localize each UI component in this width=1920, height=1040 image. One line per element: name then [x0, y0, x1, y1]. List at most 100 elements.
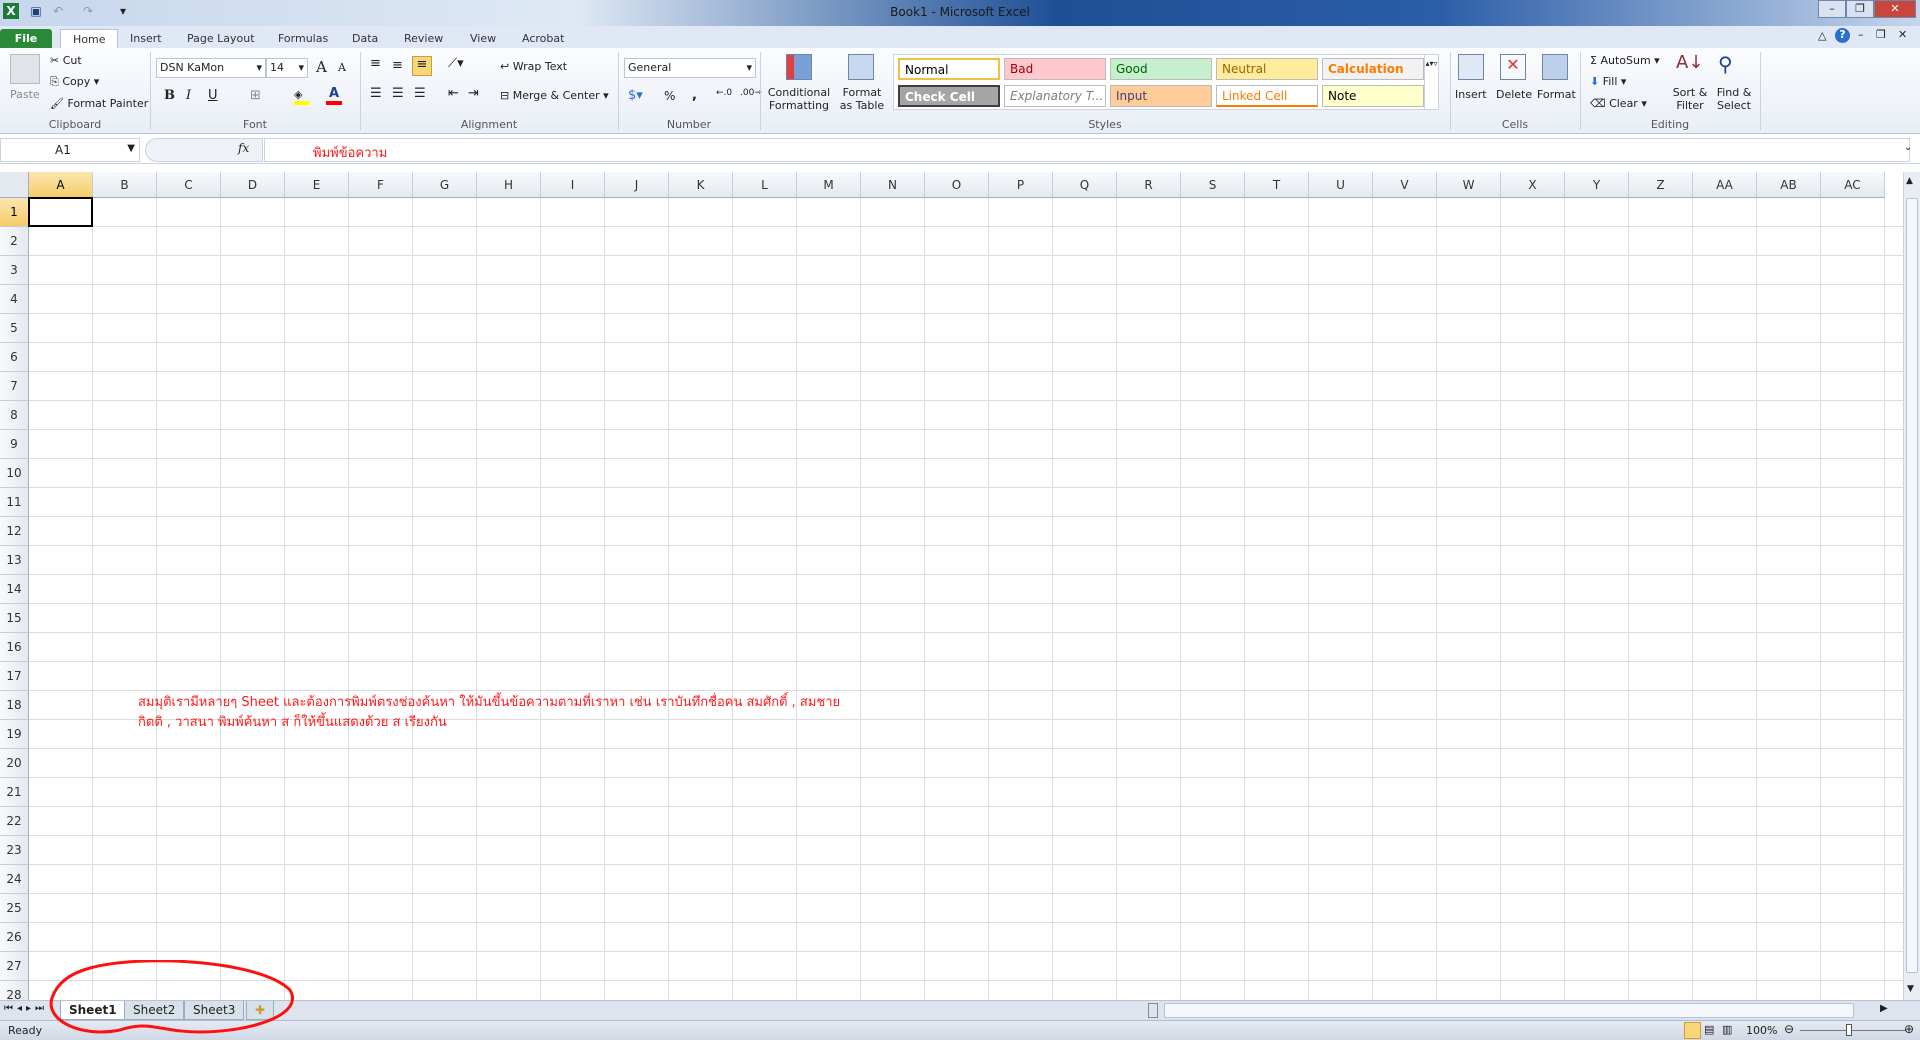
- zoom-in-icon[interactable]: ⊕: [1904, 1022, 1914, 1036]
- minimize-ribbon-icon[interactable]: △: [1818, 29, 1826, 42]
- decrease-indent-icon[interactable]: ⇤: [448, 86, 459, 101]
- column-header-n[interactable]: N: [861, 172, 925, 198]
- tab-review[interactable]: Review: [392, 29, 455, 48]
- sort-filter-button[interactable]: Sort & Filter: [1668, 86, 1712, 112]
- column-header-v[interactable]: V: [1373, 172, 1437, 198]
- row-header-2[interactable]: 2: [0, 227, 29, 256]
- tab-data[interactable]: Data: [340, 29, 390, 48]
- row-header-16[interactable]: 16: [0, 633, 29, 662]
- format-cells-button[interactable]: Format: [1537, 88, 1576, 101]
- tab-page-layout[interactable]: Page Layout: [175, 29, 267, 48]
- row-header-5[interactable]: 5: [0, 314, 29, 343]
- column-header-z[interactable]: Z: [1629, 172, 1693, 198]
- select-all-button[interactable]: [0, 172, 29, 198]
- font-name-select[interactable]: DSN KaMon ▾: [156, 58, 266, 78]
- orientation-icon[interactable]: ⟋▾: [448, 56, 464, 71]
- autosum-button[interactable]: Σ AutoSum ▾: [1590, 54, 1660, 67]
- column-header-s[interactable]: S: [1181, 172, 1245, 198]
- cell-style-normal[interactable]: Normal: [898, 58, 1000, 80]
- underline-button[interactable]: U: [208, 88, 218, 103]
- clear-button[interactable]: ⌫ Clear ▾: [1590, 97, 1647, 110]
- row-header-4[interactable]: 4: [0, 285, 29, 314]
- column-header-aa[interactable]: AA: [1693, 172, 1757, 198]
- accounting-format-icon[interactable]: $▾: [628, 88, 643, 103]
- row-header-25[interactable]: 25: [0, 894, 29, 923]
- column-header-e[interactable]: E: [285, 172, 349, 198]
- bold-button[interactable]: B: [164, 88, 175, 103]
- zoom-slider[interactable]: [1800, 1030, 1906, 1031]
- column-header-o[interactable]: O: [925, 172, 989, 198]
- row-header-20[interactable]: 20: [0, 749, 29, 778]
- decrease-decimal-icon[interactable]: .00→: [740, 88, 762, 98]
- row-header-6[interactable]: 6: [0, 343, 29, 372]
- cell-style-check-cell[interactable]: Check Cell: [898, 85, 1000, 107]
- row-header-21[interactable]: 21: [0, 778, 29, 807]
- font-size-select[interactable]: 14 ▾: [266, 58, 308, 78]
- borders-icon[interactable]: ⊞: [250, 88, 261, 103]
- zoom-slider-thumb[interactable]: [1846, 1024, 1852, 1036]
- column-header-f[interactable]: F: [349, 172, 413, 198]
- font-color-icon[interactable]: A: [326, 86, 342, 105]
- close-button[interactable]: ✕: [1874, 0, 1916, 18]
- cell-style-note[interactable]: Note: [1322, 85, 1424, 107]
- column-header-p[interactable]: P: [989, 172, 1053, 198]
- column-header-ab[interactable]: AB: [1757, 172, 1821, 198]
- name-box[interactable]: A1 ▼: [0, 138, 140, 162]
- row-header-10[interactable]: 10: [0, 459, 29, 488]
- row-header-22[interactable]: 22: [0, 807, 29, 836]
- column-header-i[interactable]: I: [541, 172, 605, 198]
- zoom-level[interactable]: 100%: [1746, 1024, 1777, 1037]
- styles-gallery-scroll[interactable]: ▴▾▿: [1424, 55, 1438, 109]
- grow-font-icon[interactable]: A: [316, 58, 327, 76]
- conditional-formatting-button[interactable]: Conditional Formatting: [766, 86, 832, 112]
- fill-button[interactable]: ⬇ Fill ▾: [1590, 75, 1626, 88]
- cells-area[interactable]: สมมุติเรามีหลายๆ Sheet และต้องการพิมพ์ตร…: [28, 197, 1903, 1000]
- column-header-a[interactable]: A: [29, 172, 93, 198]
- expand-formula-bar-icon[interactable]: ⌄: [1904, 142, 1912, 153]
- column-header-b[interactable]: B: [93, 172, 157, 198]
- column-header-l[interactable]: L: [733, 172, 797, 198]
- align-right-icon[interactable]: ☰: [414, 86, 426, 101]
- wrap-text-button[interactable]: ↩ Wrap Text: [500, 60, 567, 73]
- cell-style-neutral[interactable]: Neutral: [1216, 58, 1318, 80]
- column-header-j[interactable]: J: [605, 172, 669, 198]
- help-icon[interactable]: ?: [1835, 28, 1850, 43]
- cell-style-linked-cell[interactable]: Linked Cell: [1216, 85, 1318, 107]
- page-break-view-icon[interactable]: ▥: [1722, 1023, 1732, 1036]
- cell-style-input[interactable]: Input: [1110, 85, 1212, 107]
- increase-indent-icon[interactable]: ⇥: [468, 86, 479, 101]
- italic-button[interactable]: I: [186, 88, 191, 103]
- row-header-26[interactable]: 26: [0, 923, 29, 952]
- column-header-w[interactable]: W: [1437, 172, 1501, 198]
- row-header-27[interactable]: 27: [0, 952, 29, 981]
- row-header-1[interactable]: 1: [0, 198, 29, 227]
- insert-function-button[interactable]: fx: [238, 141, 249, 155]
- column-header-t[interactable]: T: [1245, 172, 1309, 198]
- cell-style-explanatory-t[interactable]: Explanatory T...: [1004, 85, 1106, 107]
- zoom-out-icon[interactable]: ⊖: [1784, 1022, 1794, 1036]
- align-center-icon[interactable]: ☰: [392, 86, 404, 101]
- row-header-24[interactable]: 24: [0, 865, 29, 894]
- column-header-q[interactable]: Q: [1053, 172, 1117, 198]
- cut-button[interactable]: ✂ Cut: [50, 54, 82, 67]
- comma-button[interactable]: ,: [692, 88, 697, 103]
- cell-style-calculation[interactable]: Calculation: [1322, 58, 1424, 80]
- row-header-9[interactable]: 9: [0, 430, 29, 459]
- column-header-u[interactable]: U: [1309, 172, 1373, 198]
- shrink-font-icon[interactable]: A: [338, 61, 346, 74]
- row-header-11[interactable]: 11: [0, 488, 29, 517]
- insert-cells-button[interactable]: Insert: [1455, 88, 1487, 101]
- page-layout-view-icon[interactable]: ▤: [1704, 1023, 1714, 1036]
- row-header-23[interactable]: 23: [0, 836, 29, 865]
- column-header-x[interactable]: X: [1501, 172, 1565, 198]
- column-header-y[interactable]: Y: [1565, 172, 1629, 198]
- row-header-3[interactable]: 3: [0, 256, 29, 285]
- minimize-button[interactable]: –: [1818, 0, 1846, 18]
- restore-button[interactable]: ❐: [1846, 0, 1874, 18]
- number-format-select[interactable]: General ▾: [624, 58, 756, 78]
- row-header-28[interactable]: 28: [0, 981, 29, 1000]
- row-header-19[interactable]: 19: [0, 720, 29, 749]
- scroll-right-icon[interactable]: ▶: [1880, 1003, 1888, 1014]
- row-header-13[interactable]: 13: [0, 546, 29, 575]
- formula-input[interactable]: พิมพ์ข้อความ: [264, 138, 1910, 162]
